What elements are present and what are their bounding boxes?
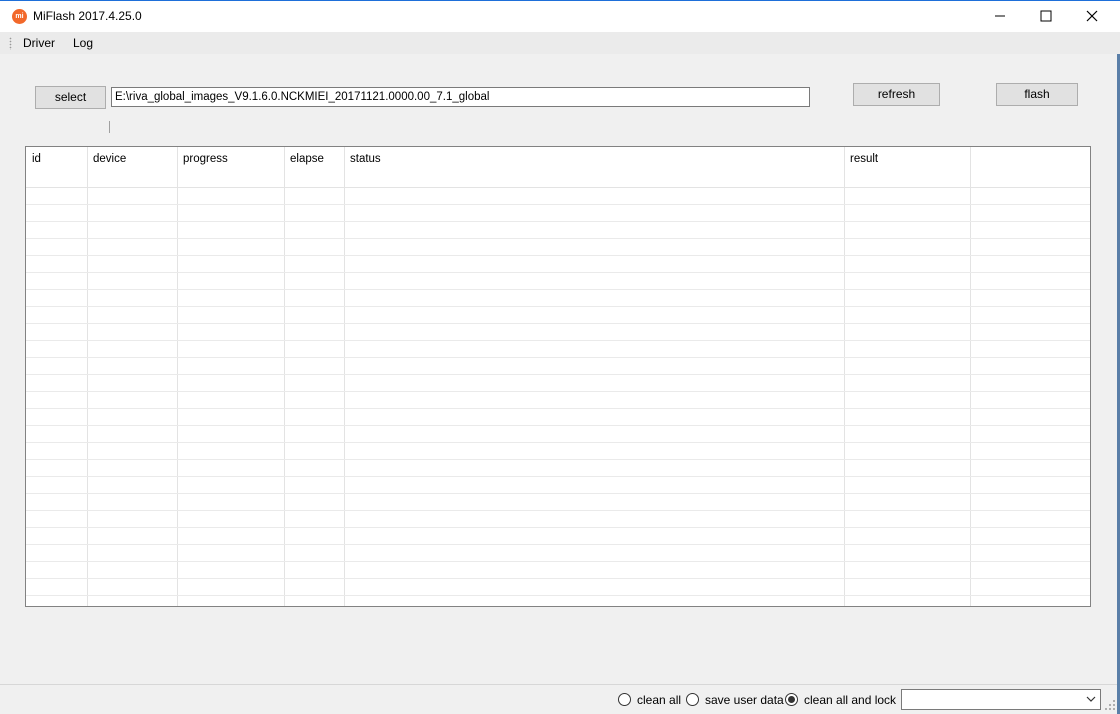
grid-row-divider (26, 595, 1090, 596)
progress-marker (109, 121, 110, 133)
grid-row-divider (26, 306, 1090, 307)
close-button[interactable] (1070, 1, 1116, 32)
grid-row-divider (26, 442, 1090, 443)
grid-header: id device progress elapse status result (26, 147, 1090, 188)
radio-clean-all-and-lock[interactable] (785, 693, 798, 706)
grid-row-divider (26, 323, 1090, 324)
grid-row-divider (26, 408, 1090, 409)
refresh-button[interactable]: refresh (853, 83, 940, 106)
device-combo[interactable] (901, 689, 1101, 710)
grid-row-divider (26, 459, 1090, 460)
menu-driver[interactable]: Driver (23, 36, 55, 50)
window-title: MiFlash 2017.4.25.0 (33, 9, 142, 23)
title-bar: mi MiFlash 2017.4.25.0 (0, 0, 1120, 32)
grid-column-divider (970, 147, 971, 606)
grid-row-divider (26, 527, 1090, 528)
radio-label-save-user-data: save user data (705, 693, 784, 707)
minimize-icon (995, 15, 1005, 17)
maximize-button[interactable] (1024, 1, 1070, 32)
grid-row-divider (26, 340, 1090, 341)
radio-label-clean-all: clean all (637, 693, 682, 707)
radio-label-clean-all-and-lock: clean all and lock (804, 693, 897, 707)
grid-column-divider (844, 147, 845, 606)
select-button[interactable]: select (35, 86, 106, 109)
menu-log[interactable]: Log (73, 36, 93, 50)
chevron-down-icon (1086, 696, 1096, 702)
grid-row-divider (26, 255, 1090, 256)
column-header-id[interactable]: id (32, 153, 41, 165)
minimize-button[interactable] (978, 1, 1024, 32)
image-path-field[interactable]: E:\riva_global_images_V9.1.6.0.NCKMIEI_2… (111, 87, 810, 107)
grid-column-divider (344, 147, 345, 606)
column-header-elapse[interactable]: elapse (290, 153, 324, 165)
menu-grip-icon (9, 37, 12, 50)
grid-row-divider (26, 289, 1090, 290)
grid-column-divider (284, 147, 285, 606)
grid-row-divider (26, 272, 1090, 273)
column-header-status[interactable]: status (350, 153, 381, 165)
grid-row-divider (26, 510, 1090, 511)
options-bar: clean all save user data clean all and l… (0, 684, 1117, 714)
grid-row-divider (26, 204, 1090, 205)
radio-clean-all[interactable] (618, 693, 631, 706)
grid-row-divider (26, 544, 1090, 545)
grid-row-divider (26, 561, 1090, 562)
grid-row-divider (26, 493, 1090, 494)
menu-bar: Driver Log (0, 32, 1120, 54)
radio-save-user-data[interactable] (686, 693, 699, 706)
grid-row-divider (26, 357, 1090, 358)
grid-row-divider (26, 374, 1090, 375)
grid-column-divider (87, 147, 88, 606)
grid-row-divider (26, 221, 1090, 222)
grid-row-divider (26, 476, 1090, 477)
maximize-icon (1040, 10, 1052, 22)
resize-grip-icon[interactable] (1104, 699, 1116, 711)
grid-row-divider (26, 238, 1090, 239)
device-grid[interactable]: id device progress elapse status result (25, 146, 1091, 607)
grid-row-divider (26, 578, 1090, 579)
flash-button[interactable]: flash (996, 83, 1078, 106)
column-header-device[interactable]: device (93, 153, 126, 165)
grid-row-divider (26, 425, 1090, 426)
column-header-progress[interactable]: progress (183, 153, 228, 165)
column-header-result[interactable]: result (850, 153, 878, 165)
miflash-app-icon: mi (12, 9, 27, 24)
close-icon (1086, 10, 1098, 22)
grid-row-divider (26, 391, 1090, 392)
grid-column-divider (177, 147, 178, 606)
